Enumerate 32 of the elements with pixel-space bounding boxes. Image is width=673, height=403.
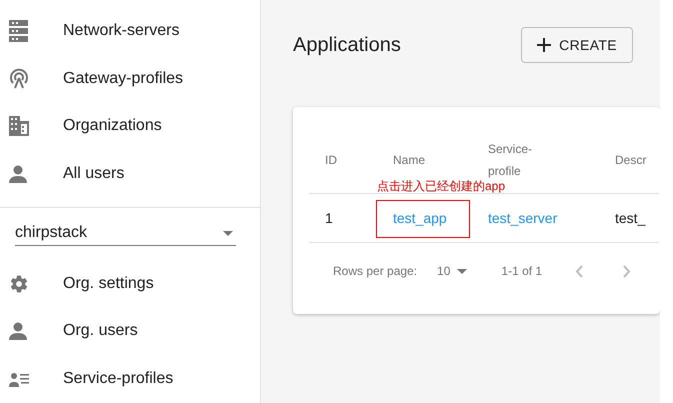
plus-icon: [537, 38, 552, 52]
caret-icon: [457, 268, 468, 274]
person-list-icon: [9, 371, 29, 388]
antenna-icon: [9, 68, 29, 90]
nav-item[interactable]: Network-servers: [0, 7, 260, 55]
nav-item[interactable]: Org. users: [0, 308, 260, 356]
nav-item[interactable]: Service-profiles: [0, 355, 260, 403]
organization-select[interactable]: chirpstack: [15, 222, 236, 246]
column-header: Descr: [615, 152, 646, 168]
nav-item[interactable]: Gateway-profiles: [0, 54, 260, 102]
rows-per-page-label: Rows per page:: [333, 263, 418, 280]
settings-icon: [9, 274, 29, 294]
table-cell-text: 1: [324, 208, 334, 228]
annotation-text: 点击进入已经创建的app: [377, 179, 506, 193]
next-page-icon[interactable]: [623, 264, 632, 278]
previous-page-icon[interactable]: [575, 264, 584, 278]
column-header: Name: [392, 152, 426, 168]
person-icon: [9, 165, 27, 184]
table-cell-text: test_: [615, 208, 646, 228]
create-button[interactable]: CREATE: [521, 27, 633, 63]
person-icon: [9, 322, 27, 340]
page-title: Applications: [293, 33, 401, 58]
caret-icon: [223, 230, 233, 236]
page-range: 1-1 of 1: [501, 263, 542, 280]
column-header: Service-profile: [488, 140, 534, 180]
nav-item[interactable]: All users: [0, 150, 260, 198]
column-header: ID: [324, 152, 338, 168]
building-icon: [9, 116, 29, 136]
rows-per-page-select[interactable]: 10: [437, 262, 468, 280]
nav-item[interactable]: Organizations: [0, 102, 260, 150]
server-icon: [9, 20, 29, 42]
nav-item[interactable]: Org. settings: [0, 260, 260, 308]
